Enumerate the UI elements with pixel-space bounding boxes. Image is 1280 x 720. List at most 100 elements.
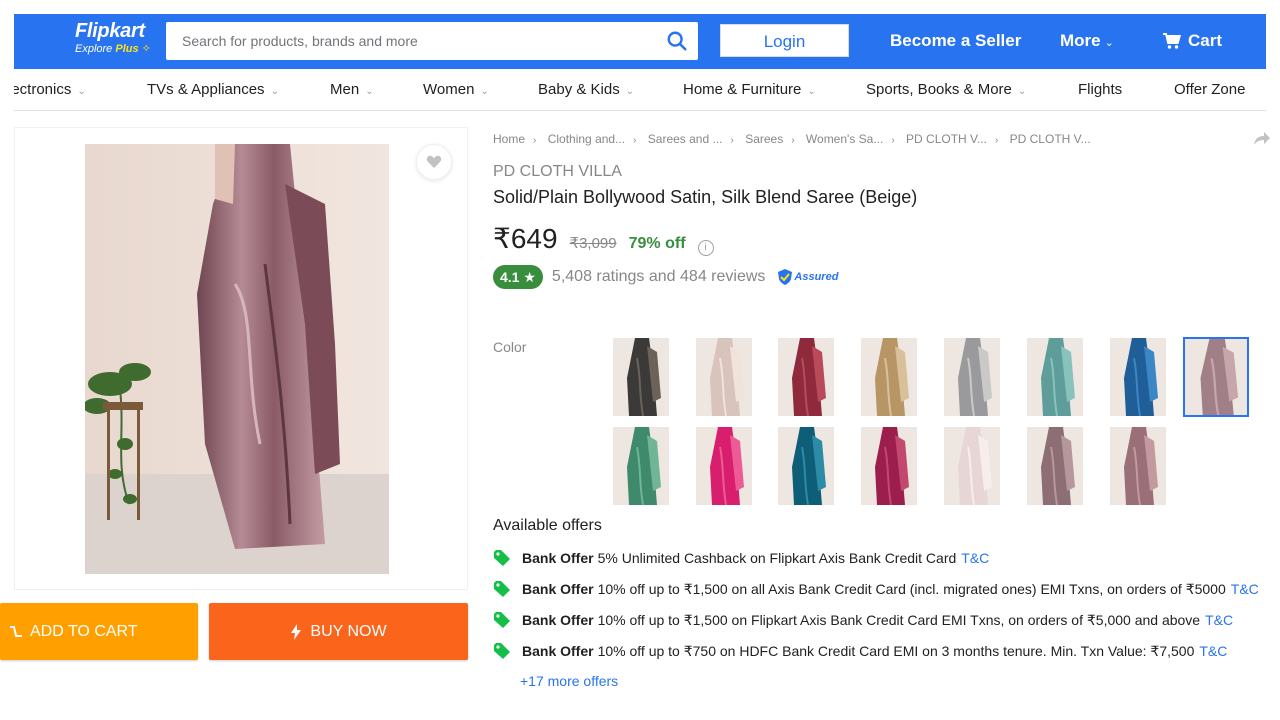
- wishlist-button[interactable]: [416, 144, 452, 180]
- category-offer-zone[interactable]: Offer Zone: [1174, 81, 1245, 99]
- offer-item: Bank Offer 10% off up to ₹1,500 on all Ax…: [493, 580, 1259, 598]
- color-label: Color: [493, 339, 527, 355]
- breadcrumb-item[interactable]: PD CLOTH V...: [906, 132, 987, 146]
- offer-text: 10% off up to ₹1,500 on all Axis Bank Cr…: [597, 580, 1226, 597]
- chevron-down-icon: ⌄: [365, 86, 374, 97]
- offer-label: Bank Offer: [522, 550, 594, 566]
- color-swatch[interactable]: [944, 338, 1000, 416]
- chevron-down-icon: ⌄: [77, 86, 86, 97]
- logo-brand: Flipkart: [75, 20, 145, 42]
- lightning-icon: [291, 623, 302, 640]
- color-swatch[interactable]: [696, 427, 752, 505]
- chevron-down-icon: ⌄: [625, 86, 635, 97]
- original-price: ₹3,099: [569, 235, 617, 252]
- tag-icon: [494, 643, 510, 659]
- offers-title: Available offers: [493, 517, 602, 534]
- color-swatch[interactable]: [1183, 337, 1249, 417]
- chevron-right-icon: ›: [533, 135, 537, 146]
- share-icon[interactable]: [1254, 130, 1270, 146]
- category-tvs-appliances[interactable]: TVs & Appliances ⌄: [147, 81, 279, 101]
- flipkart-logo[interactable]: Flipkart Explore Plus ✧: [75, 20, 151, 56]
- discount-percent: 79% off: [628, 235, 686, 252]
- selling-price: ₹649: [493, 223, 558, 254]
- offer-text: 10% off up to ₹1,500 on Flipkart Axis Ba…: [597, 611, 1201, 628]
- color-swatch[interactable]: [1027, 427, 1083, 505]
- color-swatch[interactable]: [778, 427, 834, 505]
- become-seller-link[interactable]: Become a Seller: [890, 30, 1021, 52]
- cart-icon: [1163, 33, 1182, 49]
- color-swatch[interactable]: [944, 427, 1000, 505]
- category-sports-books[interactable]: Sports, Books & More ⌄: [866, 81, 1026, 101]
- tag-icon: [494, 550, 510, 566]
- offer-label: Bank Offer: [522, 612, 594, 628]
- offer-item: Bank Offer 10% off up to ₹750 on HDFC Ban…: [493, 642, 1227, 660]
- offer-label: Bank Offer: [522, 581, 594, 597]
- breadcrumb-item[interactable]: Clothing and...: [548, 132, 625, 146]
- color-swatch[interactable]: [861, 427, 917, 505]
- more-menu[interactable]: More ⌄: [1060, 30, 1114, 54]
- top-header: Flipkart Explore Plus ✧ Login Become a S…: [14, 14, 1266, 69]
- add-to-cart-label: ADD TO CART: [30, 622, 138, 640]
- category-home-furniture[interactable]: Home & Furniture ⌄: [683, 81, 816, 101]
- terms-link[interactable]: T&C: [1199, 643, 1227, 659]
- heart-icon: [426, 155, 442, 168]
- assured-badge: Assured: [778, 269, 838, 285]
- breadcrumb-item[interactable]: Women's Sa...: [806, 132, 883, 146]
- breadcrumb-item[interactable]: Home: [493, 132, 525, 146]
- breadcrumb-item[interactable]: Sarees: [745, 132, 783, 146]
- terms-link[interactable]: T&C: [1205, 612, 1233, 628]
- tag-icon: [494, 612, 510, 628]
- color-swatch[interactable]: [1027, 338, 1083, 416]
- price-line: ₹649 ₹3,099 79% off i: [493, 222, 714, 256]
- breadcrumb: Home › Clothing and... › Sarees and ... › S…: [493, 132, 1091, 146]
- search-input[interactable]: [166, 22, 636, 60]
- chevron-down-icon: ⌄: [480, 86, 489, 97]
- offer-text: 5% Unlimited Cashback on Flipkart Axis B…: [597, 550, 957, 566]
- color-swatch[interactable]: [613, 338, 669, 416]
- color-swatch[interactable]: [861, 338, 917, 416]
- add-to-cart-button[interactable]: ADD TO CART: [0, 603, 198, 660]
- offer-item: Bank Offer 5% Unlimited Cashback on Flipk…: [493, 549, 989, 567]
- search-box: [166, 22, 698, 60]
- offer-text: 10% off up to ₹750 on HDFC Bank Credit C…: [597, 642, 1195, 659]
- rating-badge[interactable]: 4.1 ★: [493, 265, 543, 289]
- terms-link[interactable]: T&C: [961, 550, 989, 566]
- terms-link[interactable]: T&C: [1231, 581, 1259, 597]
- color-swatch[interactable]: [1110, 427, 1166, 505]
- shield-icon: [778, 269, 793, 285]
- rating-line: 4.1 ★ 5,408 ratings and 484 reviews Assu…: [493, 265, 838, 289]
- breadcrumb-item[interactable]: PD CLOTH V...: [1010, 132, 1091, 146]
- logo-tagline: Explore Plus ✧: [75, 43, 151, 55]
- chevron-right-icon: ›: [791, 135, 795, 146]
- offer-label: Bank Offer: [522, 643, 594, 659]
- category-baby-kids[interactable]: Baby & Kids ⌄: [538, 81, 634, 101]
- chevron-right-icon: ›: [730, 135, 734, 146]
- product-image[interactable]: [85, 144, 389, 574]
- chevron-down-icon: ⌄: [807, 86, 816, 97]
- cart-icon: [10, 625, 22, 637]
- buy-now-button[interactable]: BUY NOW: [209, 603, 468, 660]
- seller-name[interactable]: PD CLOTH VILLA: [493, 163, 622, 181]
- category-men[interactable]: Men ⌄: [330, 81, 374, 101]
- chevron-down-icon: ⌄: [1104, 37, 1114, 49]
- ratings-count[interactable]: 5,408 ratings and 484 reviews: [552, 268, 765, 286]
- cart-label: Cart: [1188, 31, 1223, 50]
- category-flights[interactable]: Flights: [1078, 81, 1122, 99]
- chevron-down-icon: ⌄: [270, 86, 279, 97]
- category-electronics[interactable]: Electronics⌄: [14, 81, 86, 101]
- info-icon[interactable]: i: [697, 240, 714, 256]
- color-swatch[interactable]: [613, 427, 669, 505]
- category-nav: Electronics⌄ TVs & Appliances⌄ Men⌄ Wome…: [14, 69, 1266, 111]
- chevron-down-icon: ⌄: [1017, 86, 1027, 97]
- cart-link[interactable]: Cart: [1162, 30, 1222, 52]
- chevron-right-icon: ›: [633, 135, 637, 146]
- color-swatch[interactable]: [778, 338, 834, 416]
- category-women[interactable]: Women ⌄: [423, 81, 489, 101]
- color-swatch[interactable]: [1110, 338, 1166, 416]
- more-offers-link[interactable]: +17 more offers: [520, 673, 618, 689]
- product-title: Solid/Plain Bollywood Satin, Silk Blend …: [493, 187, 918, 207]
- breadcrumb-item[interactable]: Sarees and ...: [648, 132, 723, 146]
- color-swatch[interactable]: [696, 338, 752, 416]
- search-icon[interactable]: [666, 30, 688, 52]
- login-button[interactable]: Login: [720, 24, 849, 57]
